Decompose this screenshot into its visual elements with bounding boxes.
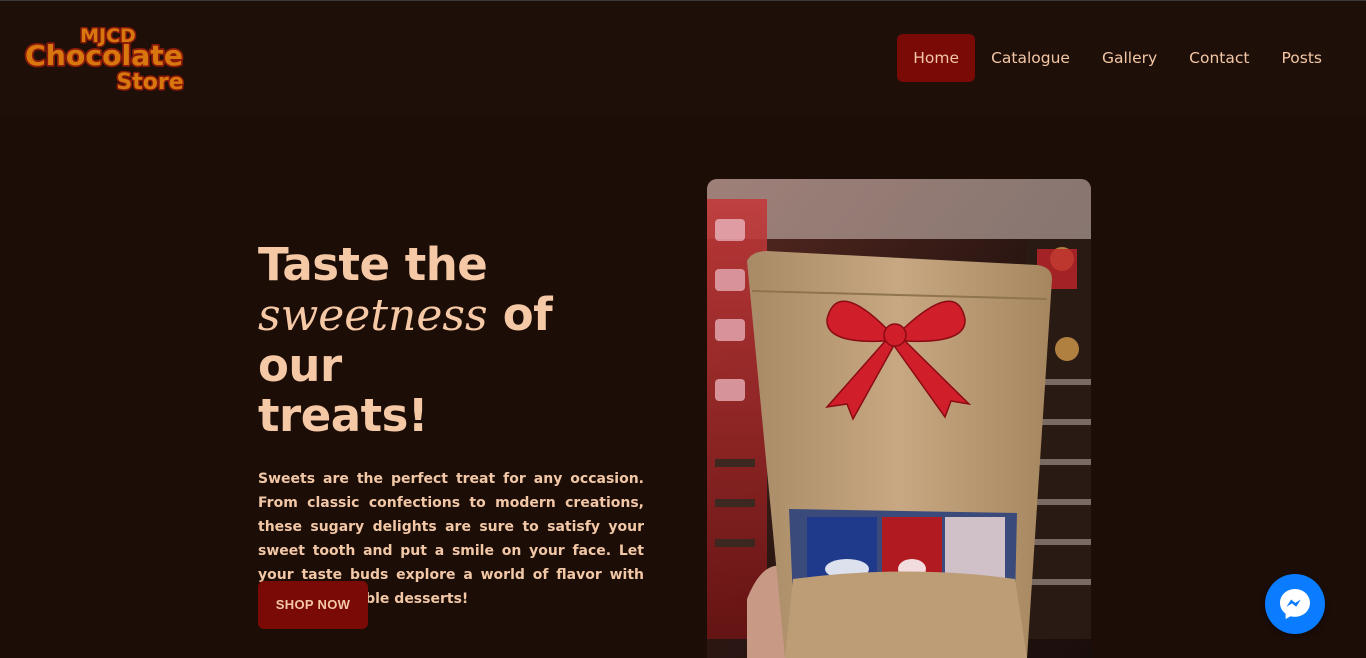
brand-logo[interactable]: MJCD Chocolate Store [22, 21, 192, 96]
hero-title-part1: Taste the [258, 238, 488, 291]
shop-now-button[interactable]: SHOP NOW [258, 581, 368, 629]
site-header: MJCD Chocolate Store Home Catalogue Gall… [0, 1, 1366, 115]
hero-image [707, 179, 1091, 658]
nav-catalogue[interactable]: Catalogue [975, 34, 1086, 82]
gift-bag-photo [707, 179, 1091, 658]
brand-line3: Store [116, 70, 183, 95]
hero-content: Taste the sweetness of our treats! Sweets … [258, 240, 644, 629]
brand-line2: Chocolate [25, 39, 183, 72]
hero-title: Taste the sweetness of our treats! [258, 240, 644, 441]
nav-contact[interactable]: Contact [1173, 34, 1265, 82]
nav-home[interactable]: Home [897, 34, 976, 82]
hero-title-emphasis: sweetness [258, 290, 488, 341]
brand-logo-image: MJCD Chocolate Store [23, 24, 185, 96]
hero-title-part3: treats! [258, 389, 428, 442]
nav-posts[interactable]: Posts [1265, 34, 1338, 82]
messenger-chat-button[interactable] [1265, 574, 1325, 634]
main-nav: Home Catalogue Gallery Contact Posts [897, 34, 1338, 82]
messenger-icon [1280, 589, 1310, 619]
nav-gallery[interactable]: Gallery [1086, 34, 1173, 82]
